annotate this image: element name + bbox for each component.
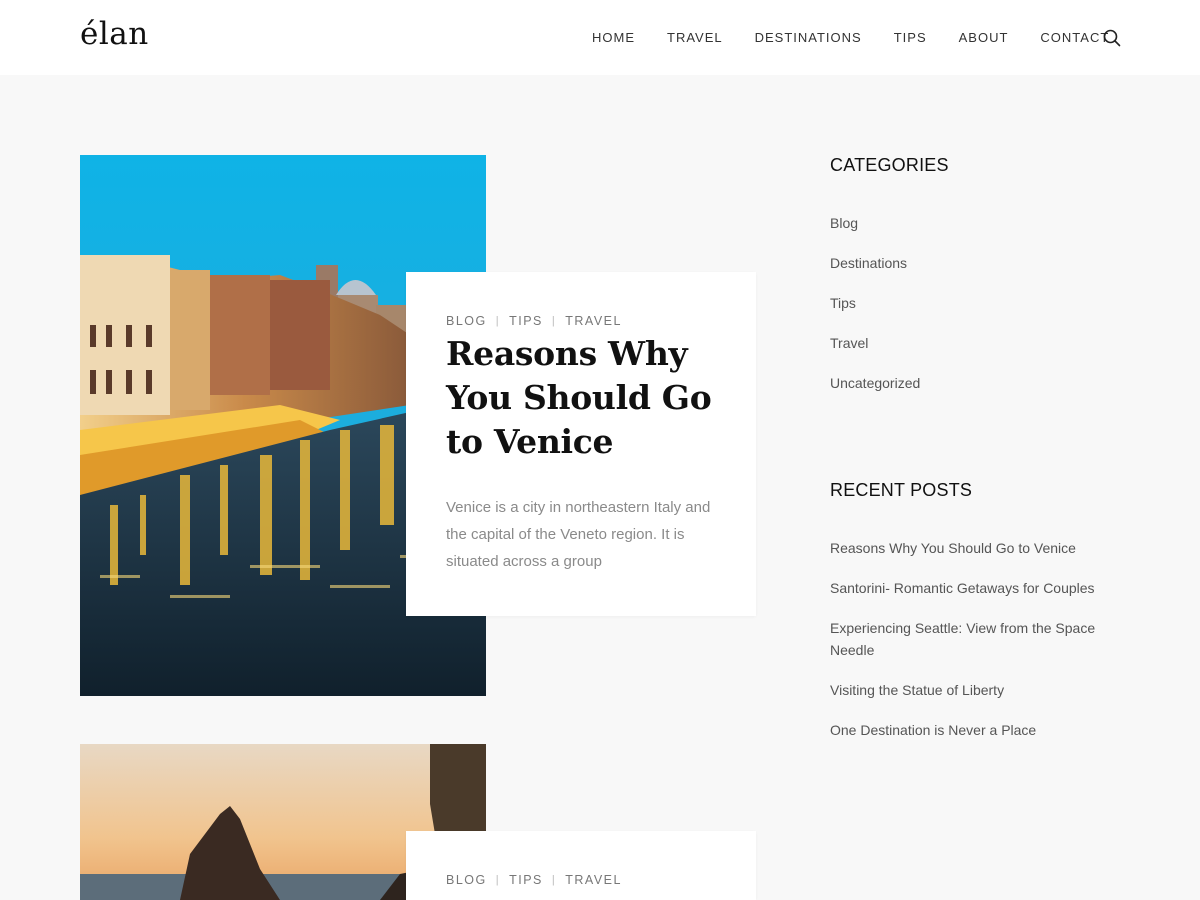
list-item: Travel <box>830 332 1120 354</box>
categories-widget: CATEGORIES Blog Destinations Tips Travel… <box>830 155 1120 394</box>
recent-post-link[interactable]: Reasons Why You Should Go to Venice <box>830 540 1076 556</box>
category-separator: | <box>551 315 557 327</box>
site-header: élan HOME TRAVEL DESTINATIONS TIPS ABOUT… <box>0 0 1200 75</box>
recent-post-link[interactable]: One Destination is Never a Place <box>830 722 1036 738</box>
nav-tips[interactable]: TIPS <box>894 30 927 50</box>
category-travel[interactable]: Travel <box>830 335 868 351</box>
category-uncategorized[interactable]: Uncategorized <box>830 375 920 391</box>
list-item: Santorini- Romantic Getaways for Couples <box>830 577 1120 599</box>
recent-post-link[interactable]: Santorini- Romantic Getaways for Couples <box>830 580 1095 596</box>
category-link-blog[interactable]: BLOG <box>446 314 487 328</box>
list-item: Tips <box>830 292 1120 314</box>
category-separator: | <box>495 874 501 886</box>
nav-contact[interactable]: CONTACT <box>1040 30 1109 50</box>
list-item: Uncategorized <box>830 372 1120 394</box>
list-item: One Destination is Never a Place <box>830 719 1120 741</box>
site-logo[interactable]: élan <box>80 16 149 52</box>
recent-post-link[interactable]: Experiencing Seattle: View from the Spac… <box>830 620 1095 658</box>
category-separator: | <box>551 874 557 886</box>
post-excerpt: Venice is a city in northeastern Italy a… <box>446 499 711 570</box>
categories-heading: CATEGORIES <box>830 155 949 175</box>
list-item: Reasons Why You Should Go to Venice <box>830 537 1120 559</box>
category-link-blog[interactable]: BLOG <box>446 873 487 887</box>
list-item: Visiting the Statue of Liberty <box>830 679 1120 701</box>
category-tips[interactable]: Tips <box>830 295 856 311</box>
nav-about[interactable]: ABOUT <box>959 30 1009 50</box>
list-item: Destinations <box>830 252 1120 274</box>
recent-posts-heading: RECENT POSTS <box>830 480 973 500</box>
recent-post-link[interactable]: Visiting the Statue of Liberty <box>830 682 1004 698</box>
category-link-tips[interactable]: TIPS <box>509 314 543 328</box>
category-blog[interactable]: Blog <box>830 215 858 231</box>
recent-posts-widget: RECENT POSTS Reasons Why You Should Go t… <box>830 480 1120 741</box>
category-link-travel[interactable]: TRAVEL <box>565 314 622 328</box>
post-categories: BLOG | TIPS | TRAVEL <box>446 314 622 328</box>
post-title[interactable]: Reasons Why You Should Go to Venice <box>446 332 736 464</box>
post-summary-card: BLOG | TIPS | TRAVEL <box>406 831 756 900</box>
category-link-tips[interactable]: TIPS <box>509 873 543 887</box>
category-separator: | <box>495 315 501 327</box>
nav-travel[interactable]: TRAVEL <box>667 30 723 50</box>
post-categories: BLOG | TIPS | TRAVEL <box>446 873 622 887</box>
nav-home[interactable]: HOME <box>592 30 635 50</box>
list-item: Experiencing Seattle: View from the Spac… <box>830 617 1120 661</box>
category-destinations[interactable]: Destinations <box>830 255 907 271</box>
list-item: Blog <box>830 212 1120 234</box>
search-icon[interactable] <box>1103 29 1121 47</box>
post-summary-card: BLOG | TIPS | TRAVEL Reasons Why You Sho… <box>406 272 756 616</box>
main-nav: HOME TRAVEL DESTINATIONS TIPS ABOUT CONT… <box>592 30 1141 50</box>
nav-destinations[interactable]: DESTINATIONS <box>755 30 862 50</box>
category-link-travel[interactable]: TRAVEL <box>565 873 622 887</box>
